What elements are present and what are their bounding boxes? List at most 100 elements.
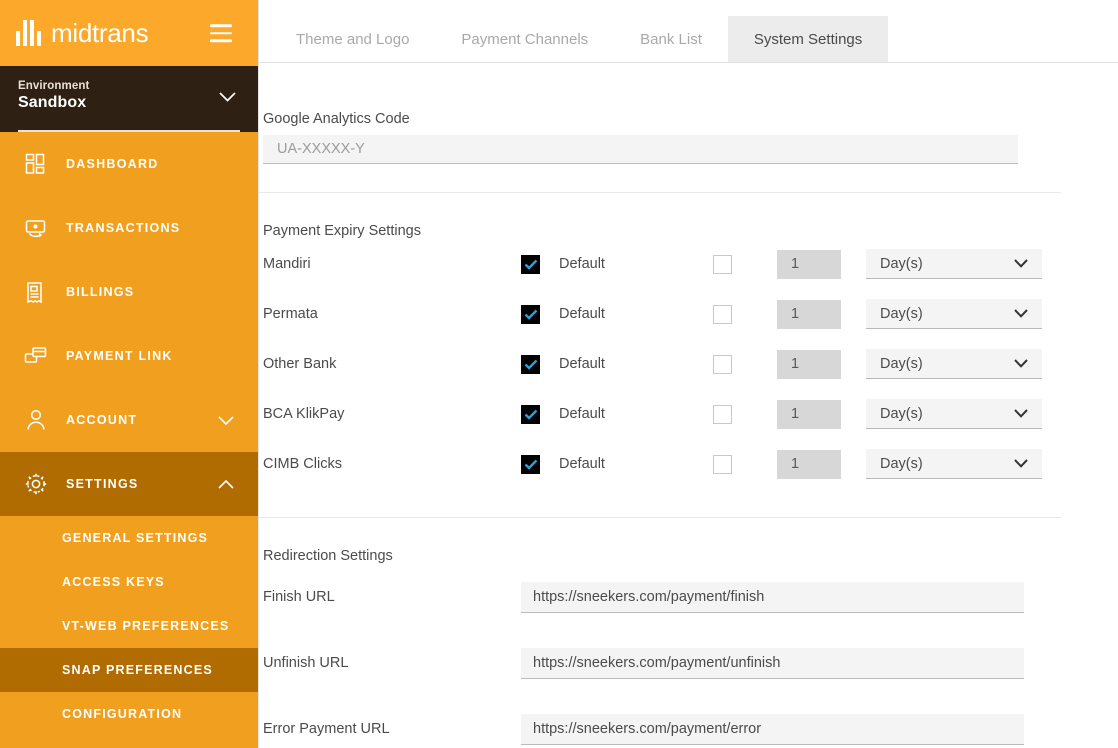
- sidebar-item-label: BILLINGS: [66, 285, 135, 299]
- custom-checkbox[interactable]: [713, 404, 732, 424]
- chevron-down-icon: [1014, 259, 1028, 268]
- sidebar-subitem-label: SNAP PREFERENCES: [62, 663, 213, 677]
- finish-url-input[interactable]: [521, 581, 1024, 613]
- expiry-channel-name: CIMB Clicks: [263, 456, 342, 472]
- expiry-amount-input[interactable]: [777, 349, 841, 379]
- expiry-amount-input[interactable]: [777, 249, 841, 279]
- expiry-unit-value: Day(s): [880, 455, 923, 472]
- sidebar-item-payment-link[interactable]: PAYMENT LINK: [0, 324, 258, 388]
- expiry-unit-select[interactable]: Day(s): [866, 399, 1042, 429]
- sidebar-nav: DASHBOARD TRANSACTIONS BILLINGS PAYMENT …: [0, 132, 258, 748]
- default-label: Default: [559, 356, 605, 372]
- expiry-amount-input[interactable]: [777, 449, 841, 479]
- sidebar-item-label: SETTINGS: [66, 477, 139, 491]
- sidebar-item-access-keys[interactable]: ACCESS KEYS: [0, 560, 258, 604]
- default-label: Default: [559, 406, 605, 422]
- custom-checkbox[interactable]: [713, 304, 732, 324]
- custom-checkbox[interactable]: [713, 254, 732, 274]
- expiry-row: CIMB Clicks Default Day(: [263, 439, 1058, 489]
- chevron-up-icon: [218, 479, 234, 489]
- brand-name: midtrans: [51, 18, 149, 48]
- sidebar-item-billings[interactable]: BILLINGS: [0, 260, 258, 324]
- environment-selector[interactable]: Environment Sandbox: [0, 66, 258, 132]
- custom-checkbox[interactable]: [713, 454, 732, 474]
- sidebar-item-label: PAYMENT LINK: [66, 349, 173, 363]
- redirection-label: Unfinish URL: [263, 655, 349, 671]
- redirection-title: Redirection Settings: [263, 548, 393, 564]
- sidebar: midtrans Environment Sandbox DASHBOARD T…: [0, 0, 258, 748]
- tab-bar: Theme and Logo Payment Channels Bank Lis…: [259, 0, 1118, 63]
- check-icon: [524, 309, 537, 320]
- main-content: Theme and Logo Payment Channels Bank Lis…: [258, 0, 1118, 748]
- analytics-label: Google Analytics Code: [263, 111, 410, 127]
- sidebar-item-settings[interactable]: SETTINGS: [0, 452, 258, 516]
- default-checkbox[interactable]: [521, 354, 540, 374]
- expiry-row: BCA KlikPay Default Day(: [263, 389, 1058, 439]
- chevron-down-icon: [1014, 459, 1028, 468]
- check-icon: [524, 359, 537, 370]
- check-icon: [524, 459, 537, 470]
- chevron-down-icon: [219, 92, 236, 102]
- chevron-down-icon: [1014, 409, 1028, 418]
- expiry-channel-name: BCA KlikPay: [263, 406, 345, 422]
- analytics-section: Google Analytics Code: [259, 63, 1118, 192]
- unfinish-url-input[interactable]: [521, 647, 1024, 679]
- sidebar-item-label: DASHBOARD: [66, 157, 159, 171]
- default-checkbox[interactable]: [521, 254, 540, 274]
- tab-bank-list[interactable]: Bank List: [614, 16, 728, 62]
- tab-payment-channels[interactable]: Payment Channels: [435, 16, 614, 62]
- google-analytics-input[interactable]: [263, 135, 1018, 164]
- sidebar-item-dashboard[interactable]: DASHBOARD: [0, 132, 258, 196]
- sidebar-item-general-settings[interactable]: GENERAL SETTINGS: [0, 516, 258, 560]
- expiry-channel-name: Permata: [263, 306, 318, 322]
- expiry-amount-input[interactable]: [777, 299, 841, 329]
- expiry-unit-select[interactable]: Day(s): [866, 249, 1042, 279]
- payment-expiry-title: Payment Expiry Settings: [263, 223, 421, 239]
- sidebar-item-configuration[interactable]: CONFIGURATION: [0, 692, 258, 736]
- midtrans-bars-logo-icon: [16, 20, 41, 46]
- environment-label: Environment: [18, 80, 90, 92]
- sidebar-item-transactions[interactable]: TRANSACTIONS: [0, 196, 258, 260]
- expiry-unit-select[interactable]: Day(s): [866, 299, 1042, 329]
- tab-theme-and-logo[interactable]: Theme and Logo: [270, 16, 435, 62]
- expiry-unit-select[interactable]: Day(s): [866, 449, 1042, 479]
- expiry-channel-name: Other Bank: [263, 356, 337, 372]
- expiry-unit-value: Day(s): [880, 355, 923, 372]
- expiry-amount-input[interactable]: [777, 399, 841, 429]
- sidebar-item-vt-web-preferences[interactable]: VT-WEB PREFERENCES: [0, 604, 258, 648]
- billings-receipt-icon: [22, 278, 50, 306]
- dashboard-grid-icon: [22, 150, 50, 178]
- hamburger-menu-icon[interactable]: [210, 24, 232, 42]
- sidebar-item-snap-preferences[interactable]: SNAP PREFERENCES: [0, 648, 258, 692]
- expiry-channel-name: Mandiri: [263, 256, 311, 272]
- default-checkbox[interactable]: [521, 454, 540, 474]
- redirection-row: Error Payment URL: [263, 696, 1058, 748]
- expiry-unit-value: Day(s): [880, 255, 923, 272]
- default-label: Default: [559, 456, 605, 472]
- settings-form: Google Analytics Code Payment Expiry Set…: [259, 63, 1118, 748]
- sidebar-subitem-label: VT-WEB PREFERENCES: [62, 619, 230, 633]
- expiry-unit-select[interactable]: Day(s): [866, 349, 1042, 379]
- default-label: Default: [559, 306, 605, 322]
- brand-header: midtrans: [0, 0, 258, 66]
- environment-value: Sandbox: [18, 94, 87, 111]
- default-checkbox[interactable]: [521, 404, 540, 424]
- redirection-label: Finish URL: [263, 589, 335, 605]
- default-checkbox[interactable]: [521, 304, 540, 324]
- check-icon: [524, 409, 537, 420]
- chevron-down-icon: [1014, 309, 1028, 318]
- sidebar-subitem-label: ACCESS KEYS: [62, 575, 165, 589]
- app-root: midtrans Environment Sandbox DASHBOARD T…: [0, 0, 1118, 748]
- payment-link-cards-icon: [22, 342, 50, 370]
- tab-label: Payment Channels: [461, 30, 589, 48]
- sidebar-item-account[interactable]: ACCOUNT: [0, 388, 258, 452]
- redirection-section: Redirection Settings Finish URL Unfinish…: [259, 518, 1118, 748]
- custom-checkbox[interactable]: [713, 354, 732, 374]
- error-payment-url-input[interactable]: [521, 713, 1024, 745]
- tab-system-settings[interactable]: System Settings: [727, 16, 889, 62]
- payment-expiry-section: Payment Expiry Settings Mandiri Default: [259, 193, 1118, 517]
- expiry-row: Mandiri Default Day(s): [263, 239, 1058, 289]
- expiry-row: Permata Default Day(s): [263, 289, 1058, 339]
- check-icon: [524, 259, 537, 270]
- chevron-down-icon: [218, 415, 234, 425]
